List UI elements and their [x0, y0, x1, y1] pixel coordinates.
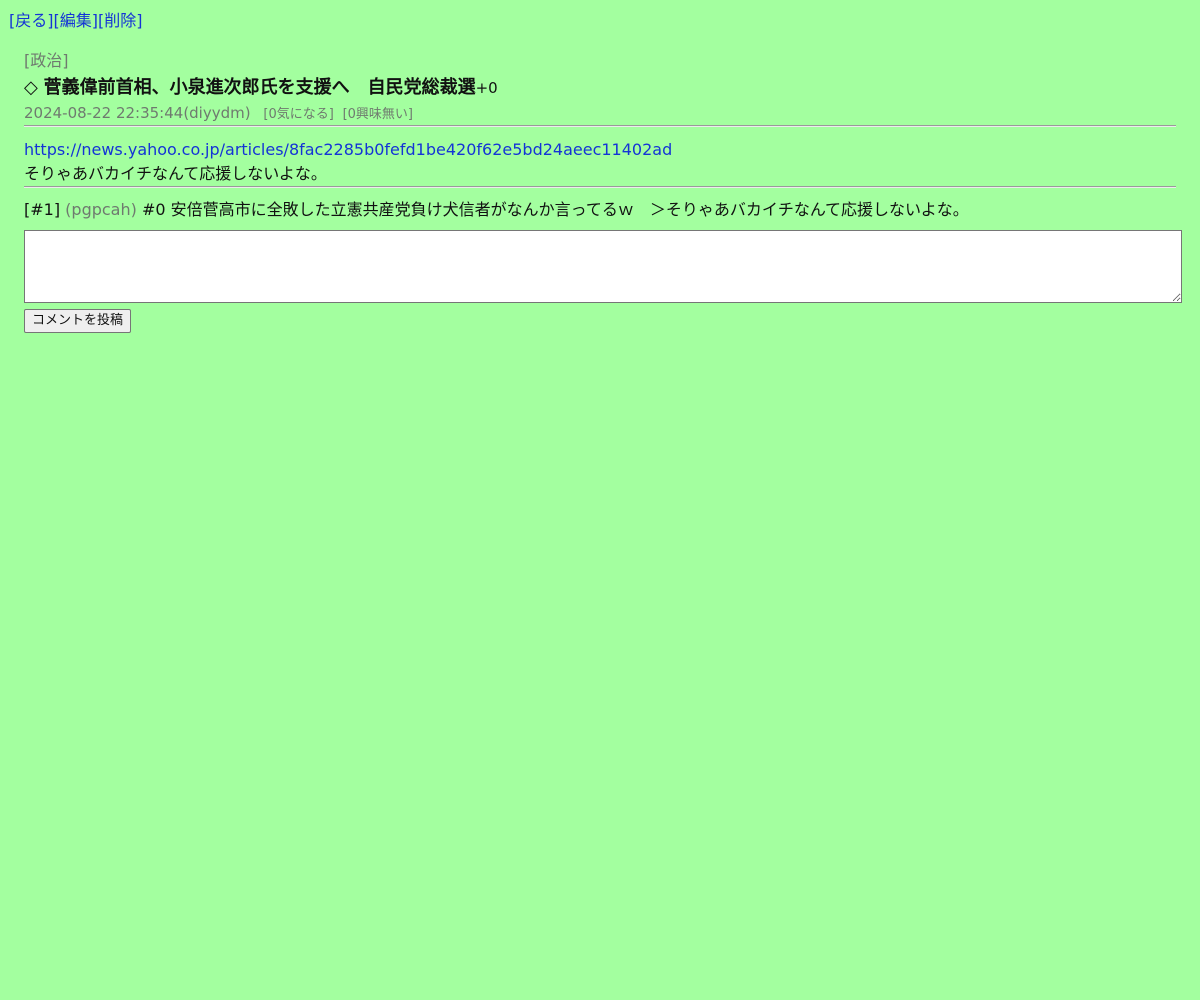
post-body: そりゃあバカイチなんて応援しないよな。	[24, 164, 327, 183]
post-category: [政治]	[24, 51, 69, 70]
comment-item: [#1] (pgpcah) #0 安倍菅高市に全敗した立憲共産党負け犬信者がなん…	[24, 198, 1176, 222]
post-title: 菅義偉前首相、小泉進次郎氏を支援へ 自民党総裁選	[43, 77, 476, 98]
post-title-row: ◇ 菅義偉前首相、小泉進次郎氏を支援へ 自民党総裁選+0	[24, 76, 1176, 100]
comment-text: #0 安倍菅高市に全敗した立憲共産党負け犬信者がなんか言ってるｗ ＞そりゃあバカ…	[141, 200, 969, 219]
post-score: +0	[475, 79, 498, 97]
diamond-icon: ◇	[24, 77, 38, 98]
post-datetime: 2024-08-22 22:35:44	[24, 104, 184, 122]
not-interested-counter[interactable]: [0興味無い]	[343, 107, 413, 122]
post-comment-button[interactable]: コメントを投稿	[24, 309, 132, 333]
post-link-row: https://news.yahoo.co.jp/articles/8fac22…	[24, 138, 1176, 162]
delete-link[interactable]: [削除]	[98, 11, 143, 30]
comment-index: [#1]	[24, 200, 61, 219]
comment-textarea[interactable]	[24, 230, 1182, 303]
article-link[interactable]: https://news.yahoo.co.jp/articles/8fac22…	[24, 140, 672, 159]
top-nav: [戻る][編集][削除]	[9, 10, 143, 32]
post-meta: 2024-08-22 22:35:44(diyydm) [0気になる] [0興味…	[24, 103, 1176, 125]
edit-link[interactable]: [編集]	[54, 11, 99, 30]
post-container: [政治] ◇ 菅義偉前首相、小泉進次郎氏を支援へ 自民党総裁選+0 2024-0…	[24, 50, 1182, 333]
divider	[24, 186, 1176, 188]
post-author: (diyydm)	[183, 104, 251, 122]
comment-author: (pgpcah)	[65, 200, 137, 219]
interested-counter[interactable]: [0気になる]	[263, 107, 333, 122]
divider	[24, 125, 1176, 127]
back-link[interactable]: [戻る]	[9, 11, 54, 30]
